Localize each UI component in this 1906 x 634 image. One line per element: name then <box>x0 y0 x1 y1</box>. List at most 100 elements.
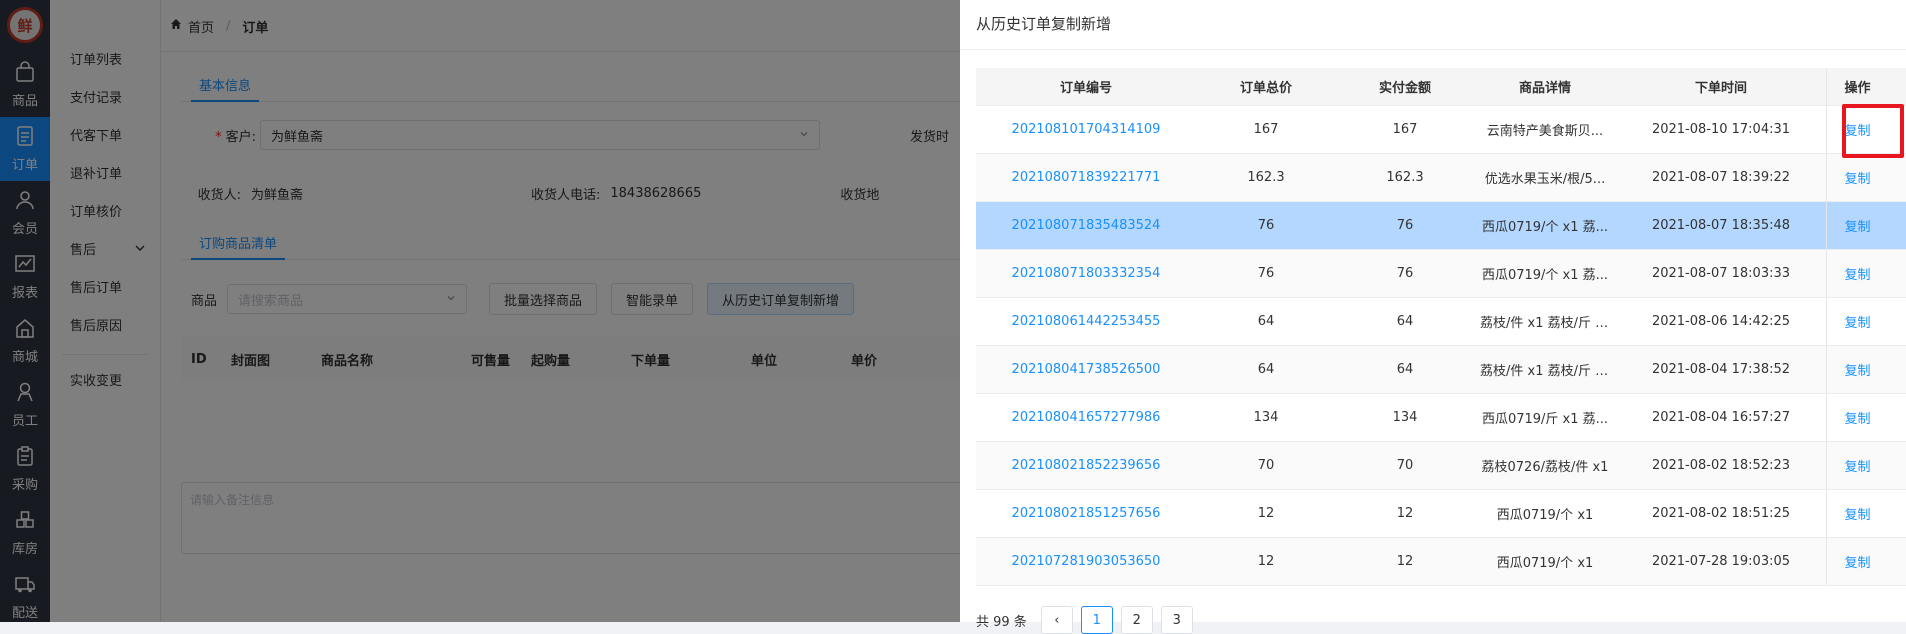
page-button[interactable]: 2 <box>1120 606 1153 634</box>
drawer-title: 从历史订单复制新增 <box>960 0 1906 50</box>
history-table-header-cell: 下单时间 <box>1694 81 1747 96</box>
order-number-link[interactable]: 202107281903053650 <box>1012 554 1161 569</box>
history-table-row[interactable]: 202108071835483524 76 76 西瓜0719/个 x1 荔... 20… <box>976 202 1906 250</box>
history-order-drawer: 从历史订单复制新增 订单编号 订单总价 实付金额 商品详情 下单时间 操作 20210810… <box>960 0 1906 634</box>
history-cell-no: 202108041657277986 <box>976 410 1196 425</box>
order-number-link[interactable]: 202108041657277986 <box>1012 410 1161 425</box>
history-cell-paid: 70 <box>1396 458 1414 473</box>
copy-button[interactable]: 复制 <box>1844 264 1870 283</box>
copy-button[interactable]: 复制 <box>1844 216 1870 235</box>
history-cell-no: 202108021852239656 <box>976 458 1196 473</box>
history-cell-paid: 167 <box>1392 122 1418 137</box>
history-table-header-cell: 订单总价 <box>1239 81 1292 96</box>
history-table-header-cell: 操作 <box>1826 68 1888 105</box>
history-cell-no: 202108071839221771 <box>976 170 1196 185</box>
history-table-row[interactable]: 202108021852239656 70 70 荔枝0726/荔枝/件 x1 2021… <box>976 442 1906 490</box>
history-cell-time: 2021-08-02 18:52:23 <box>1651 458 1791 473</box>
history-cell-total: 70 <box>1257 458 1275 473</box>
history-table-row[interactable]: 202108061442253455 64 64 荔枝/件 x1 荔枝/斤 x1 202… <box>976 298 1906 346</box>
history-table-row[interactable]: 202108041657277986 134 134 西瓜0719/斤 x1 荔...… <box>976 394 1906 442</box>
history-cell-total: 12 <box>1257 506 1275 521</box>
order-number-link[interactable]: 202108061442253455 <box>1012 314 1161 329</box>
copy-button[interactable]: 复制 <box>1844 312 1870 331</box>
history-cell-time: 2021-08-04 16:57:27 <box>1651 410 1791 425</box>
history-cell-detail: 荔枝/件 x1 荔枝/斤 x1 <box>1480 364 1612 379</box>
history-cell-paid: 12 <box>1396 506 1414 521</box>
history-table-row[interactable]: 202108071803332354 76 76 西瓜0719/个 x1 荔... 20… <box>976 250 1906 298</box>
copy-button[interactable]: 复制 <box>1844 168 1870 187</box>
history-cell-no: 202108101704314109 <box>976 122 1196 137</box>
order-number-link[interactable]: 202108101704314109 <box>1012 122 1161 137</box>
order-number-link[interactable]: 202108021851257656 <box>1012 506 1161 521</box>
history-table-header-cell: 商品详情 <box>1518 81 1571 96</box>
history-cell-paid: 64 <box>1396 314 1414 329</box>
history-cell-op: 复制 <box>1826 250 1888 297</box>
order-number-link[interactable]: 202108071835483524 <box>1012 218 1161 233</box>
history-table-header-cell: 订单编号 <box>1059 81 1112 96</box>
history-cell-op: 复制 <box>1826 442 1888 489</box>
history-cell-time: 2021-08-07 18:39:22 <box>1651 170 1791 185</box>
history-table-row[interactable]: 202108101704314109 167 167 云南特产美食斯贝... 2021-… <box>976 106 1906 154</box>
history-cell-paid: 76 <box>1396 218 1414 233</box>
history-cell-time: 2021-07-28 19:03:05 <box>1651 554 1791 569</box>
history-table-row[interactable]: 202107281903053650 12 12 西瓜0719/个 x1 2021-07… <box>976 538 1906 586</box>
history-cell-op: 复制 <box>1826 538 1888 585</box>
copy-highlight-box <box>1842 104 1904 158</box>
history-order-table: 订单编号 订单总价 实付金额 商品详情 下单时间 操作 202108101704314109… <box>976 68 1906 586</box>
history-cell-detail: 西瓜0719/斤 x1 荔... <box>1481 412 1609 427</box>
history-cell-total: 64 <box>1257 314 1275 329</box>
history-cell-paid: 162.3 <box>1386 170 1424 185</box>
history-cell-total: 167 <box>1253 122 1279 137</box>
history-cell-no: 202107281903053650 <box>976 554 1196 569</box>
history-cell-total: 12 <box>1257 554 1275 569</box>
copy-button[interactable]: 复制 <box>1844 408 1870 427</box>
prev-page-button[interactable]: ‹ <box>1040 606 1073 634</box>
page-button[interactable]: 3 <box>1160 606 1193 634</box>
history-cell-op: 复制 <box>1826 394 1888 441</box>
pagination: 共 99 条 ‹ 1 2 3 <box>976 606 1201 634</box>
history-cell-op: 复制 <box>1826 346 1888 393</box>
history-cell-paid: 64 <box>1396 362 1414 377</box>
page-button[interactable]: 1 <box>1080 606 1113 634</box>
history-cell-detail: 西瓜0719/个 x1 <box>1496 556 1594 571</box>
order-number-link[interactable]: 202108021852239656 <box>1012 458 1161 473</box>
history-cell-no: 202108071803332354 <box>976 266 1196 281</box>
history-cell-total: 76 <box>1257 266 1275 281</box>
history-cell-time: 2021-08-10 17:04:31 <box>1651 122 1791 137</box>
history-cell-time: 2021-08-07 18:03:33 <box>1651 266 1791 281</box>
history-cell-time: 2021-08-07 18:35:48 <box>1651 218 1791 233</box>
history-table-row[interactable]: 202108021851257656 12 12 西瓜0719/个 x1 2021-08… <box>976 490 1906 538</box>
history-table-row[interactable]: 202108041738526500 64 64 荔枝/件 x1 荔枝/斤 x1 202… <box>976 346 1906 394</box>
history-cell-detail: 荔枝/件 x1 荔枝/斤 x1 <box>1480 316 1612 331</box>
history-cell-total: 64 <box>1257 362 1275 377</box>
history-cell-op: 复制 <box>1826 154 1888 201</box>
history-cell-total: 162.3 <box>1247 170 1285 185</box>
history-cell-no: 202108021851257656 <box>976 506 1196 521</box>
history-table-header-cell: 实付金额 <box>1378 81 1431 96</box>
history-cell-no: 202108041738526500 <box>976 362 1196 377</box>
history-cell-time: 2021-08-04 17:38:52 <box>1651 362 1791 377</box>
history-cell-detail: 西瓜0719/个 x1 <box>1496 508 1594 523</box>
order-number-link[interactable]: 202108071839221771 <box>1012 170 1161 185</box>
copy-button[interactable]: 复制 <box>1844 552 1870 571</box>
history-cell-no: 202108061442253455 <box>976 314 1196 329</box>
history-cell-op: 复制 <box>1826 202 1888 249</box>
history-table-row[interactable]: 202108071839221771 162.3 162.3 优选水果玉米/根/5..… <box>976 154 1906 202</box>
history-cell-total: 76 <box>1257 218 1275 233</box>
history-cell-op: 复制 <box>1826 298 1888 345</box>
history-cell-paid: 12 <box>1396 554 1414 569</box>
history-cell-total: 134 <box>1253 410 1279 425</box>
history-cell-detail: 优选水果玉米/根/5... <box>1484 172 1606 187</box>
history-cell-detail: 荔枝0726/荔枝/件 x1 <box>1481 460 1609 475</box>
history-cell-paid: 76 <box>1396 266 1414 281</box>
history-cell-time: 2021-08-06 14:42:25 <box>1651 314 1791 329</box>
copy-button[interactable]: 复制 <box>1844 456 1870 475</box>
copy-button[interactable]: 复制 <box>1844 360 1870 379</box>
pagination-total: 共 99 条 <box>976 614 1027 630</box>
history-cell-no: 202108071835483524 <box>976 218 1196 233</box>
order-number-link[interactable]: 202108071803332354 <box>1012 266 1161 281</box>
history-cell-time: 2021-08-02 18:51:25 <box>1651 506 1791 521</box>
copy-button[interactable]: 复制 <box>1844 504 1870 523</box>
order-number-link[interactable]: 202108041738526500 <box>1012 362 1161 377</box>
history-cell-paid: 134 <box>1392 410 1418 425</box>
